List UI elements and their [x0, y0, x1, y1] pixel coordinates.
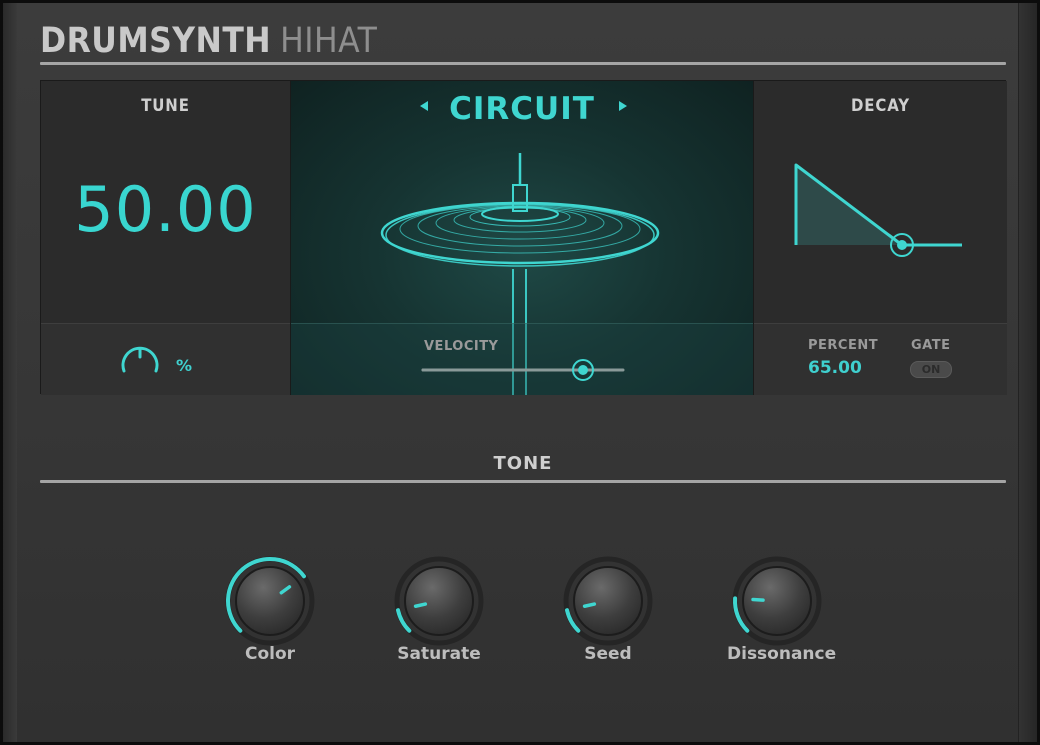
title-divider — [40, 62, 1006, 65]
brand-name: DRUMSYNTH — [40, 21, 272, 61]
velocity-slider[interactable] — [421, 358, 627, 382]
tone-divider — [40, 480, 1006, 483]
tune-label: TUNE — [141, 96, 190, 116]
percent-label: PERCENT — [808, 338, 879, 353]
knob-saturate[interactable]: Saturate — [389, 556, 489, 676]
knob-icon[interactable] — [220, 556, 320, 646]
knob-label: Color — [244, 644, 296, 664]
tune-value[interactable]: 50.00 — [41, 173, 290, 246]
gate-toggle[interactable]: ON — [910, 361, 952, 378]
decay-label: DECAY — [850, 96, 910, 116]
knob-label: Dissonance — [727, 644, 837, 664]
decay-envelope-graph[interactable] — [790, 157, 970, 267]
tune-mode-knob-icon[interactable] — [115, 338, 165, 382]
decay-display[interactable]: DECAY — [754, 81, 1007, 323]
knob-icon[interactable] — [389, 556, 489, 646]
knob-seed[interactable]: Seed — [558, 556, 658, 676]
plugin-window: DRUMSYNTH HIHAT TUNE 50.00 % CIRCUIT VEL… — [0, 0, 1040, 745]
decay-footer: PERCENT 65.00 GATE ON — [754, 323, 1007, 395]
velocity-area: VELOCITY — [291, 323, 753, 395]
model-name: HIHAT — [280, 21, 378, 61]
knob-label: Saturate — [397, 644, 481, 664]
tone-section-label: TONE — [493, 453, 553, 474]
plugin-title: DRUMSYNTH HIHAT — [40, 21, 377, 61]
tune-unit: % — [176, 356, 193, 375]
knob-label: Seed — [584, 644, 632, 664]
knob-icon[interactable] — [558, 556, 658, 646]
tune-display[interactable]: TUNE 50.00 — [41, 81, 290, 323]
velocity-label: VELOCITY — [424, 339, 499, 354]
gate-label: GATE — [911, 338, 951, 353]
tune-footer: % — [41, 323, 290, 395]
knob-icon[interactable] — [727, 556, 827, 646]
percent-value[interactable]: 65.00 — [808, 358, 862, 378]
main-panel: TUNE 50.00 % CIRCUIT VELOCITY DECAY PERC… — [40, 80, 1007, 395]
knob-dissonance[interactable]: Dissonance — [727, 556, 837, 676]
knob-color[interactable]: Color — [220, 556, 320, 676]
engine-display: CIRCUIT VELOCITY — [290, 81, 754, 395]
